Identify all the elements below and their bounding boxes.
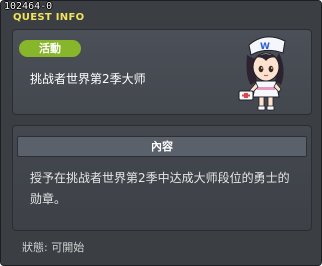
quest-id: 102464-0 xyxy=(4,1,53,12)
window-title: QUEST INFO xyxy=(13,12,85,23)
event-badge: 活動 xyxy=(19,40,81,57)
npc-nurse-icon: W xyxy=(238,36,286,111)
quest-status: 狀態: 可開始 xyxy=(22,241,85,254)
quest-description: 授予在挑战者世界第2季中达成大师段位的勇士的勋章。 xyxy=(30,171,290,206)
quest-info-window: 102464-0 QUEST INFO 活動 挑战者世界第2季大师 W 內容 授… xyxy=(0,0,322,266)
svg-text:W: W xyxy=(260,42,270,52)
quest-name: 挑战者世界第2季大师 xyxy=(30,72,146,86)
content-section-header: 內容 xyxy=(17,136,307,157)
